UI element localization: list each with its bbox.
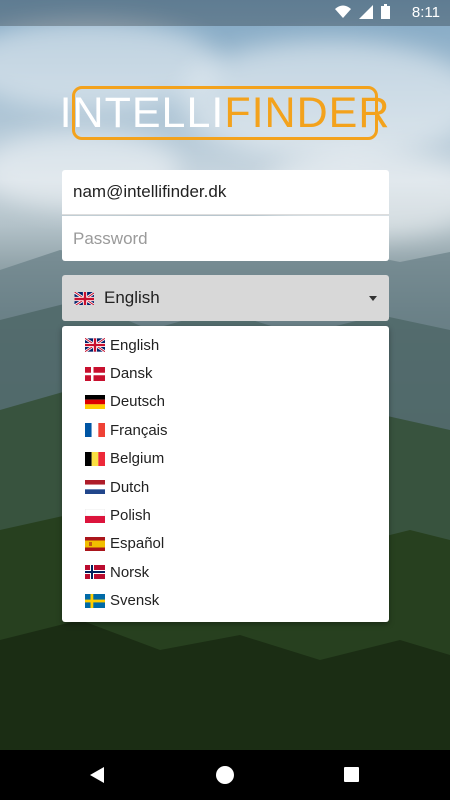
language-option-label: Deutsch <box>110 393 166 411</box>
language-option-francais[interactable]: Français <box>62 416 389 444</box>
uk-flag-icon <box>74 291 94 305</box>
language-option-label: Dansk <box>110 365 153 383</box>
language-option-label: Polish <box>110 507 151 525</box>
denmark-flag-icon <box>85 366 105 381</box>
status-time: 8:11 <box>411 4 440 21</box>
battery-icon <box>381 4 390 19</box>
belgium-flag-icon <box>85 451 105 466</box>
chevron-down-icon <box>369 295 377 301</box>
password-placeholder: Password <box>73 228 148 248</box>
recents-icon[interactable] <box>344 767 359 782</box>
email-value: nam@intellifinder.dk <box>73 182 227 201</box>
intellifinder-logo: INTELLI FINDER <box>60 86 389 140</box>
password-field[interactable]: Password <box>62 216 389 261</box>
language-option-polish[interactable]: Polish <box>62 501 389 529</box>
language-option-deutsch[interactable]: Deutsch <box>62 388 389 416</box>
language-option-belgium[interactable]: Belgium <box>62 445 389 473</box>
language-option-label: Belgium <box>110 450 165 468</box>
language-option-label: Norsk <box>110 563 150 581</box>
status-icons <box>335 4 390 19</box>
email-field[interactable]: nam@intellifinder.dk <box>62 170 389 215</box>
language-option-dansk[interactable]: Dansk <box>62 359 389 387</box>
language-option-label: Français <box>110 421 168 439</box>
language-select[interactable]: English <box>62 275 389 321</box>
germany-flag-icon <box>85 394 105 409</box>
status-bar: 8:11 <box>0 0 450 26</box>
france-flag-icon <box>85 423 105 438</box>
language-option-english[interactable]: English <box>62 331 389 359</box>
language-option-label: Dutch <box>110 478 150 496</box>
signal-icon <box>359 4 373 19</box>
language-select-value: English <box>104 288 160 307</box>
language-option-dutch[interactable]: Dutch <box>62 473 389 501</box>
back-icon[interactable] <box>90 767 104 783</box>
home-icon[interactable] <box>216 766 234 784</box>
language-option-svensk[interactable]: Svensk <box>62 587 389 615</box>
language-option-label: Español <box>110 535 165 553</box>
sweden-flag-icon <box>85 593 105 608</box>
language-option-norsk[interactable]: Norsk <box>62 558 389 586</box>
logo-text-finder: FINDER <box>224 88 391 137</box>
poland-flag-icon <box>85 508 105 523</box>
language-option-espanol[interactable]: Español <box>62 530 389 558</box>
uk-flag-icon <box>85 338 105 353</box>
netherlands-flag-icon <box>85 480 105 495</box>
language-dropdown: English Dansk Deutsch Français Belgium D… <box>62 326 389 622</box>
spain-flag-icon <box>85 536 105 551</box>
norway-flag-icon <box>85 565 105 580</box>
android-nav-bar <box>0 750 450 800</box>
language-option-label: Svensk <box>110 592 160 610</box>
logo-text-intelli: INTELLI <box>59 88 225 137</box>
wifi-icon <box>335 5 351 18</box>
language-option-label: English <box>110 336 160 354</box>
